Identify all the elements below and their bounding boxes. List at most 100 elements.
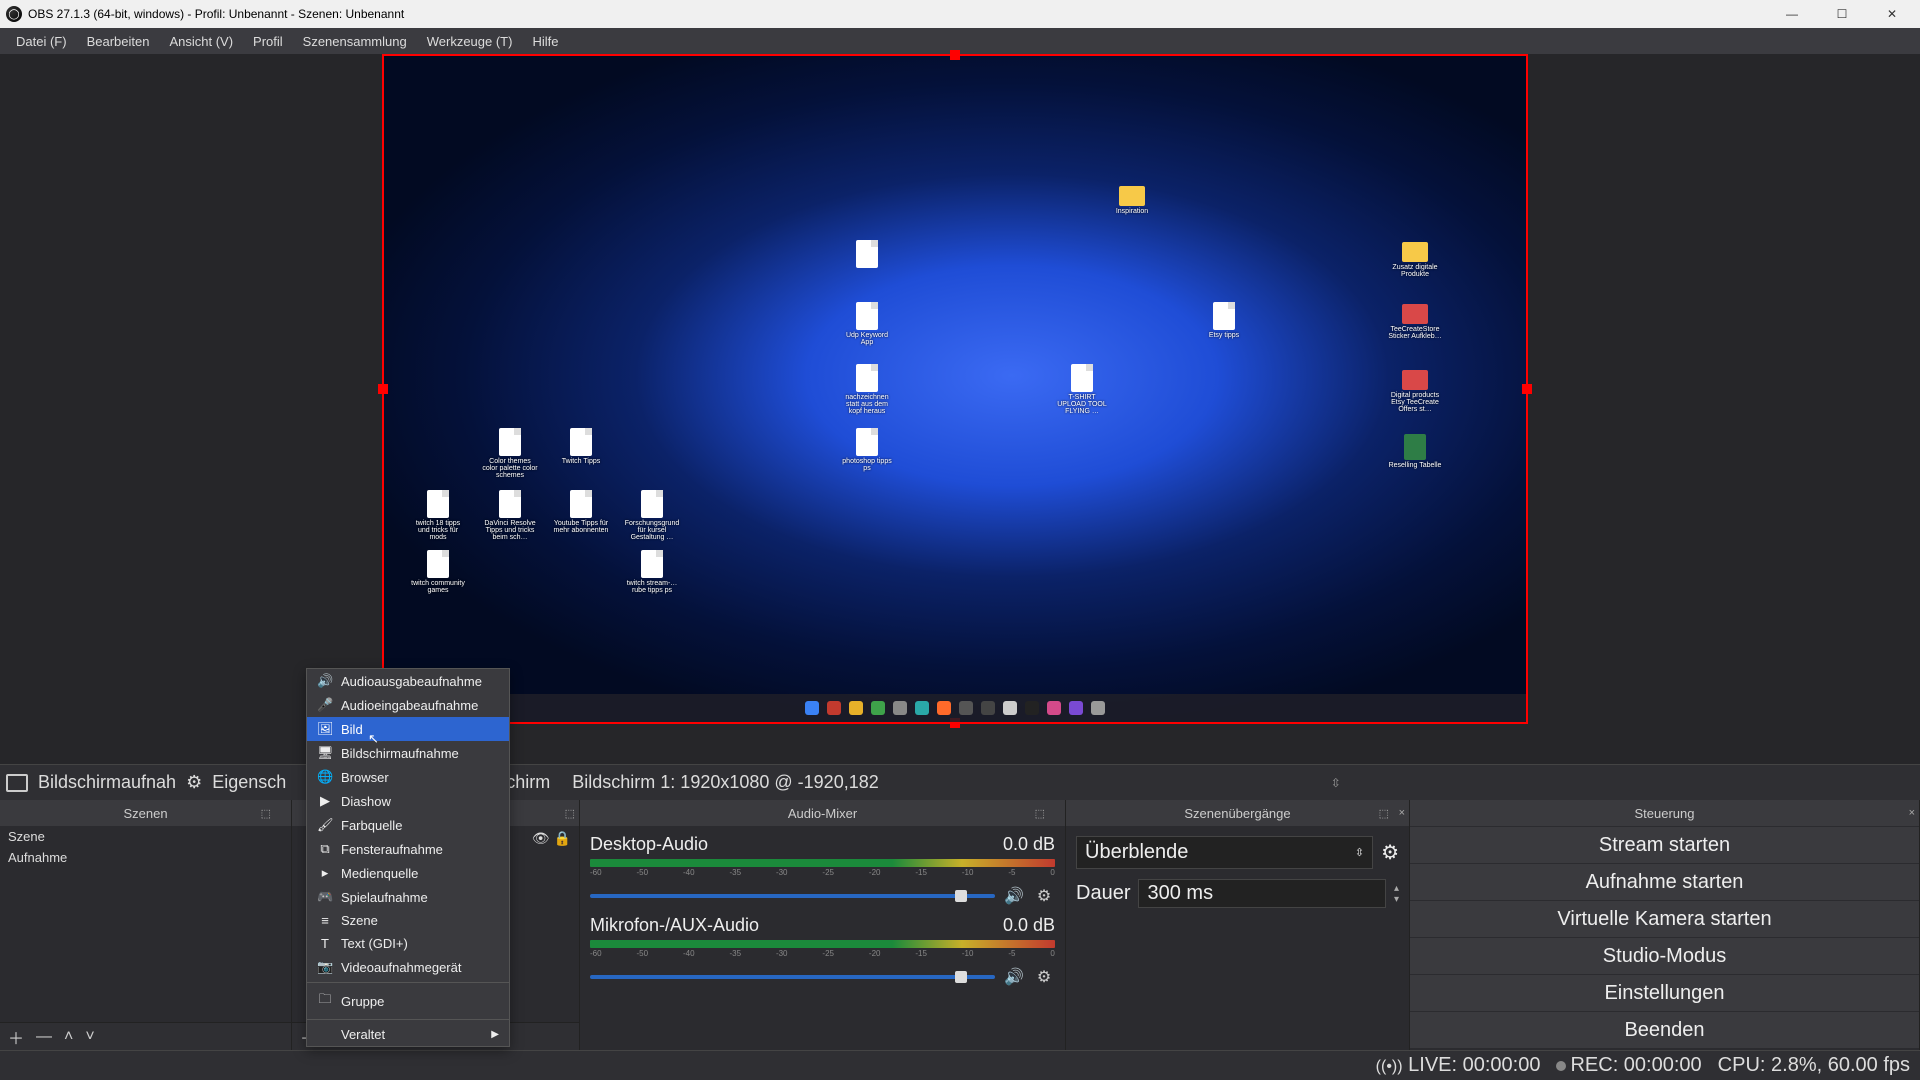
transitions-popout-button[interactable]: ⬚	[1379, 807, 1389, 820]
taskbar-app-icon	[1025, 701, 1039, 715]
context-item-label: Veraltet	[341, 1027, 385, 1042]
desktop-icon: DaVinci Resolve Tipps und tricks beim sc…	[482, 490, 538, 541]
visibility-icon[interactable]: 👁	[532, 830, 550, 847]
folder-icon	[1119, 186, 1145, 206]
taskbar-app-icon	[1003, 701, 1017, 715]
duration-down-button[interactable]: ▾	[1394, 894, 1399, 905]
taskbar-app-icon	[915, 701, 929, 715]
doc-icon	[641, 490, 663, 518]
controls-title: Steuerung	[1635, 806, 1695, 821]
window-buttons: — ☐ ✕	[1776, 4, 1908, 24]
slider-thumb[interactable]	[955, 971, 967, 983]
volume-slider[interactable]	[590, 894, 995, 898]
remove-scene-button[interactable]: —	[34, 1028, 54, 1046]
duration-input[interactable]: 300 ms	[1138, 879, 1385, 908]
taskbar-app-icon	[827, 701, 841, 715]
track-settings-button[interactable]: ⚙	[1033, 966, 1055, 988]
context-menu-deprecated[interactable]: Veraltet▶	[307, 1023, 509, 1046]
scenes-popout-button[interactable]: ⬚	[261, 807, 271, 820]
source-type-icon: 🖼	[317, 721, 333, 737]
mute-button[interactable]: 🔊	[1003, 966, 1025, 988]
close-button[interactable]: ✕	[1876, 4, 1908, 24]
source-type-icon: 🖌	[317, 817, 333, 833]
desktop-icon: Udp Keyword App	[839, 302, 895, 346]
control-button-einstellungen[interactable]: Einstellungen	[1410, 975, 1919, 1011]
source-type-icon: ≡	[317, 913, 333, 928]
sources-popout-button[interactable]: ⬚	[565, 807, 575, 820]
control-button-studio-modus[interactable]: Studio-Modus	[1410, 938, 1919, 974]
menu-bearbeiten[interactable]: Bearbeiten	[77, 31, 160, 52]
taskbar-app-icon	[959, 701, 973, 715]
context-menu-item[interactable]: 📷Videoaufnahmegerät	[307, 955, 509, 979]
transition-select[interactable]: Überblende ⇳	[1076, 836, 1373, 869]
duration-up-button[interactable]: ▴	[1394, 883, 1399, 894]
display-dropdown[interactable]: ⇳	[1321, 776, 1351, 790]
transition-current: Überblende	[1085, 841, 1188, 864]
desktop-icon-label: T-SHIRT UPLOAD TOOL FLYING …	[1054, 394, 1110, 415]
mute-button[interactable]: 🔊	[1003, 885, 1025, 907]
scene-item[interactable]: Aufnahme	[0, 847, 291, 868]
track-name: Mikrofon-/AUX-Audio	[590, 915, 759, 936]
doc-icon	[856, 302, 878, 330]
context-menu-item[interactable]: ▸Medienquelle	[307, 861, 509, 885]
mixer-popout-button[interactable]: ⬚	[1035, 807, 1045, 820]
window-title: OBS 27.1.3 (64-bit, windows) - Profil: U…	[28, 7, 1776, 21]
context-menu-item[interactable]: 🔊Audioausgabeaufnahme	[307, 669, 509, 693]
live-time: LIVE: 00:00:00	[1408, 1054, 1540, 1076]
source-type-icon: 🌐	[317, 769, 333, 785]
taskbar-app-icon	[1091, 701, 1105, 715]
transition-settings-button[interactable]: ⚙	[1381, 840, 1399, 865]
menu-werkzeuget[interactable]: Werkzeuge (T)	[417, 31, 523, 52]
context-menu-item[interactable]: TText (GDI+)	[307, 932, 509, 955]
maximize-button[interactable]: ☐	[1826, 4, 1858, 24]
menu-szenensammlung[interactable]: Szenensammlung	[293, 31, 417, 52]
context-menu-item[interactable]: 🖌Farbquelle	[307, 813, 509, 837]
gear-icon[interactable]: ⚙	[186, 772, 202, 793]
scenes-list[interactable]: SzeneAufnahme	[0, 826, 291, 1022]
menu-dateif[interactable]: Datei (F)	[6, 31, 77, 52]
context-item-label: Spielaufnahme	[341, 890, 428, 905]
menu-hilfe[interactable]: Hilfe	[522, 31, 568, 52]
controls-close-button[interactable]: ×	[1909, 807, 1915, 819]
doc-icon	[856, 364, 878, 392]
context-item-label: Gruppe	[341, 994, 384, 1009]
context-menu-group[interactable]: 🗀Gruppe	[307, 986, 509, 1016]
context-menu-item[interactable]: 🖥Bildschirmaufnahme	[307, 741, 509, 765]
context-item-label: Fensteraufnahme	[341, 842, 443, 857]
volume-slider[interactable]	[590, 975, 995, 979]
lock-icon[interactable]: 🔒	[554, 830, 571, 847]
menu-profil[interactable]: Profil	[243, 31, 293, 52]
desktop-icon-label: Zusatz digitale Produkte	[1387, 264, 1443, 278]
track-settings-button[interactable]: ⚙	[1033, 885, 1055, 907]
context-menu-item[interactable]: 🌐Browser	[307, 765, 509, 789]
context-menu-item[interactable]: 🎤Audioeingabeaufnahme	[307, 693, 509, 717]
audio-meter	[590, 859, 1055, 867]
scene-up-button[interactable]: ˄	[62, 1028, 75, 1046]
transitions-close-button[interactable]: ×	[1399, 807, 1405, 819]
slider-thumb[interactable]	[955, 890, 967, 902]
transitions-body: Überblende ⇳ ⚙ Dauer 300 ms ▴ ▾	[1066, 826, 1409, 1050]
menu-ansichtv[interactable]: Ansicht (V)	[159, 31, 243, 52]
context-menu-item[interactable]: ⧉Fensteraufnahme	[307, 837, 509, 861]
control-button-stream-starten[interactable]: Stream starten	[1410, 827, 1919, 863]
control-button-beenden[interactable]: Beenden	[1410, 1012, 1919, 1048]
scene-down-button[interactable]: ˅	[83, 1028, 96, 1046]
context-menu-item[interactable]: 🖼Bild	[307, 717, 509, 741]
taskbar-app-icon	[937, 701, 951, 715]
preview-area[interactable]: InspirationUdp Keyword Appnachzeichnen s…	[0, 54, 1920, 764]
monitor-icon	[6, 774, 28, 792]
control-button-virtuelle-kamera-starten[interactable]: Virtuelle Kamera starten	[1410, 901, 1919, 937]
context-menu-item[interactable]: ▶Diashow	[307, 789, 509, 813]
doc-icon	[1213, 302, 1235, 330]
scene-item[interactable]: Szene	[0, 826, 291, 847]
minimize-button[interactable]: —	[1776, 4, 1808, 24]
selected-source-label: Bildschirmaufnah	[38, 772, 176, 793]
context-menu-item[interactable]: 🎮Spielaufnahme	[307, 885, 509, 909]
preview-canvas[interactable]: InspirationUdp Keyword Appnachzeichnen s…	[382, 54, 1528, 724]
desktop-icon-label: TeeCreateStore Sticker Aufkleb…	[1387, 326, 1443, 340]
add-source-context-menu[interactable]: 🔊Audioausgabeaufnahme🎤Audioeingabeaufnah…	[306, 668, 510, 1047]
context-menu-item[interactable]: ≡Szene	[307, 909, 509, 932]
add-scene-button[interactable]: ＋	[6, 1025, 26, 1049]
control-button-aufnahme-starten[interactable]: Aufnahme starten	[1410, 864, 1919, 900]
menubar: Datei (F)BearbeitenAnsicht (V)ProfilSzen…	[0, 28, 1920, 54]
